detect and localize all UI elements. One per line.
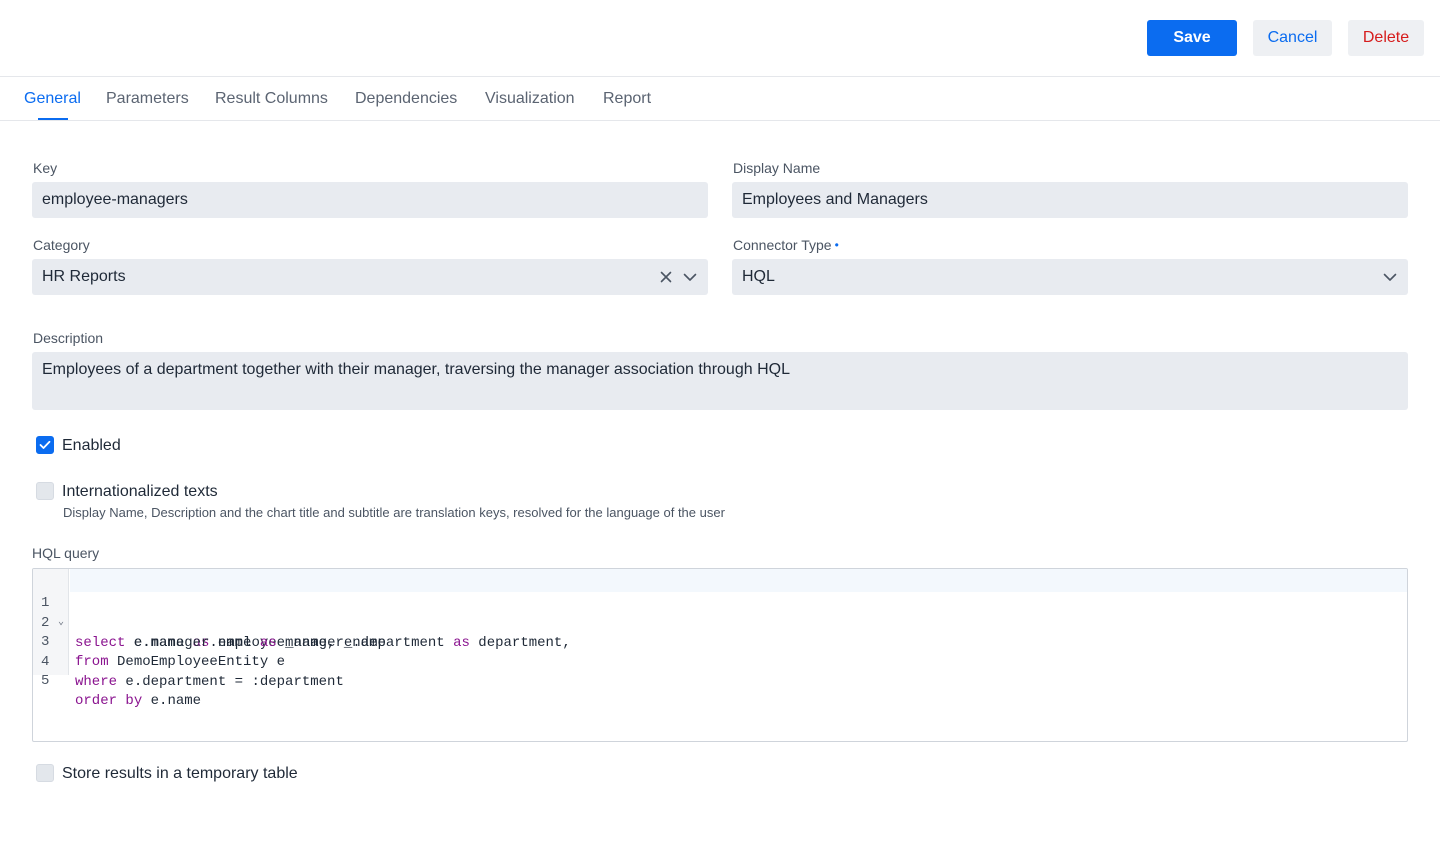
tab-report[interactable]: Report [603,90,651,108]
key-label: Key [33,160,58,176]
description-value: Employees of a department together with … [42,361,790,378]
required-indicator: • [834,238,839,252]
description-textarea[interactable]: Employees of a department together with … [32,352,1408,410]
connector-type-value: HQL [742,268,775,285]
tab-general[interactable]: General [24,90,81,108]
hql-code-editor[interactable]: 1 ⌄ select e.name as employee_name, e.de… [32,568,1408,742]
code-line: 1 ⌄ select e.name as employee_name, e.de… [33,573,571,651]
connector-type-label-text: Connector Type [733,237,832,253]
chevron-down-icon[interactable] [681,268,699,286]
code-line: 5 order by e.name [33,651,201,709]
i18n-hint: Display Name, Description and the chart … [63,505,725,520]
check-icon [39,440,51,449]
category-label: Category [33,237,90,253]
active-line-highlight [70,569,1407,592]
description-label: Description [33,330,104,346]
key-input[interactable]: employee-managers [32,182,708,218]
toolbar: Save Cancel Delete [0,0,1440,77]
code-text: e.manager.name as manager_name [75,635,386,651]
enabled-checkbox[interactable] [36,436,54,454]
tab-result-columns[interactable]: Result Columns [215,90,328,108]
code-line: 3 from DemoEmployeeEntity e [33,612,285,670]
category-select[interactable]: HR Reports [32,259,708,295]
display-name-value: Employees and Managers [742,191,928,208]
tab-parameters[interactable]: Parameters [106,90,189,108]
chevron-down-icon[interactable] [1381,268,1399,286]
i18n-label[interactable]: Internationalized texts [62,483,218,501]
tab-visualization[interactable]: Visualization [485,90,575,108]
display-name-label: Display Name [733,160,821,176]
code-text: from DemoEmployeeEntity e [75,654,286,670]
key-value: employee-managers [42,191,188,208]
save-button[interactable]: Save [1147,20,1237,56]
i18n-checkbox[interactable] [36,482,54,500]
connector-type-label: Connector Type • [733,237,839,253]
category-value: HR Reports [42,268,126,285]
enabled-label[interactable]: Enabled [62,437,121,455]
cancel-button[interactable]: Cancel [1253,20,1332,56]
line-number: 5 [41,673,50,689]
code-line: 2 e.manager.name as manager_name [33,593,386,651]
connector-type-select[interactable]: HQL [732,259,1408,295]
code-text: order by e.name [75,693,202,709]
hql-query-label: HQL query [32,545,100,561]
active-tab-indicator [38,118,68,120]
display-name-input[interactable]: Employees and Managers [732,182,1408,218]
code-text: where e.department = :department [75,674,344,690]
temp-table-label[interactable]: Store results in a temporary table [62,765,298,783]
delete-button[interactable]: Delete [1348,20,1424,56]
tab-dependencies[interactable]: Dependencies [355,90,457,108]
temp-table-checkbox[interactable] [36,764,54,782]
clear-icon[interactable] [657,268,675,286]
tab-bar: General Parameters Result Columns Depend… [0,77,1440,121]
code-line: 4 where e.department = :department [33,632,344,690]
